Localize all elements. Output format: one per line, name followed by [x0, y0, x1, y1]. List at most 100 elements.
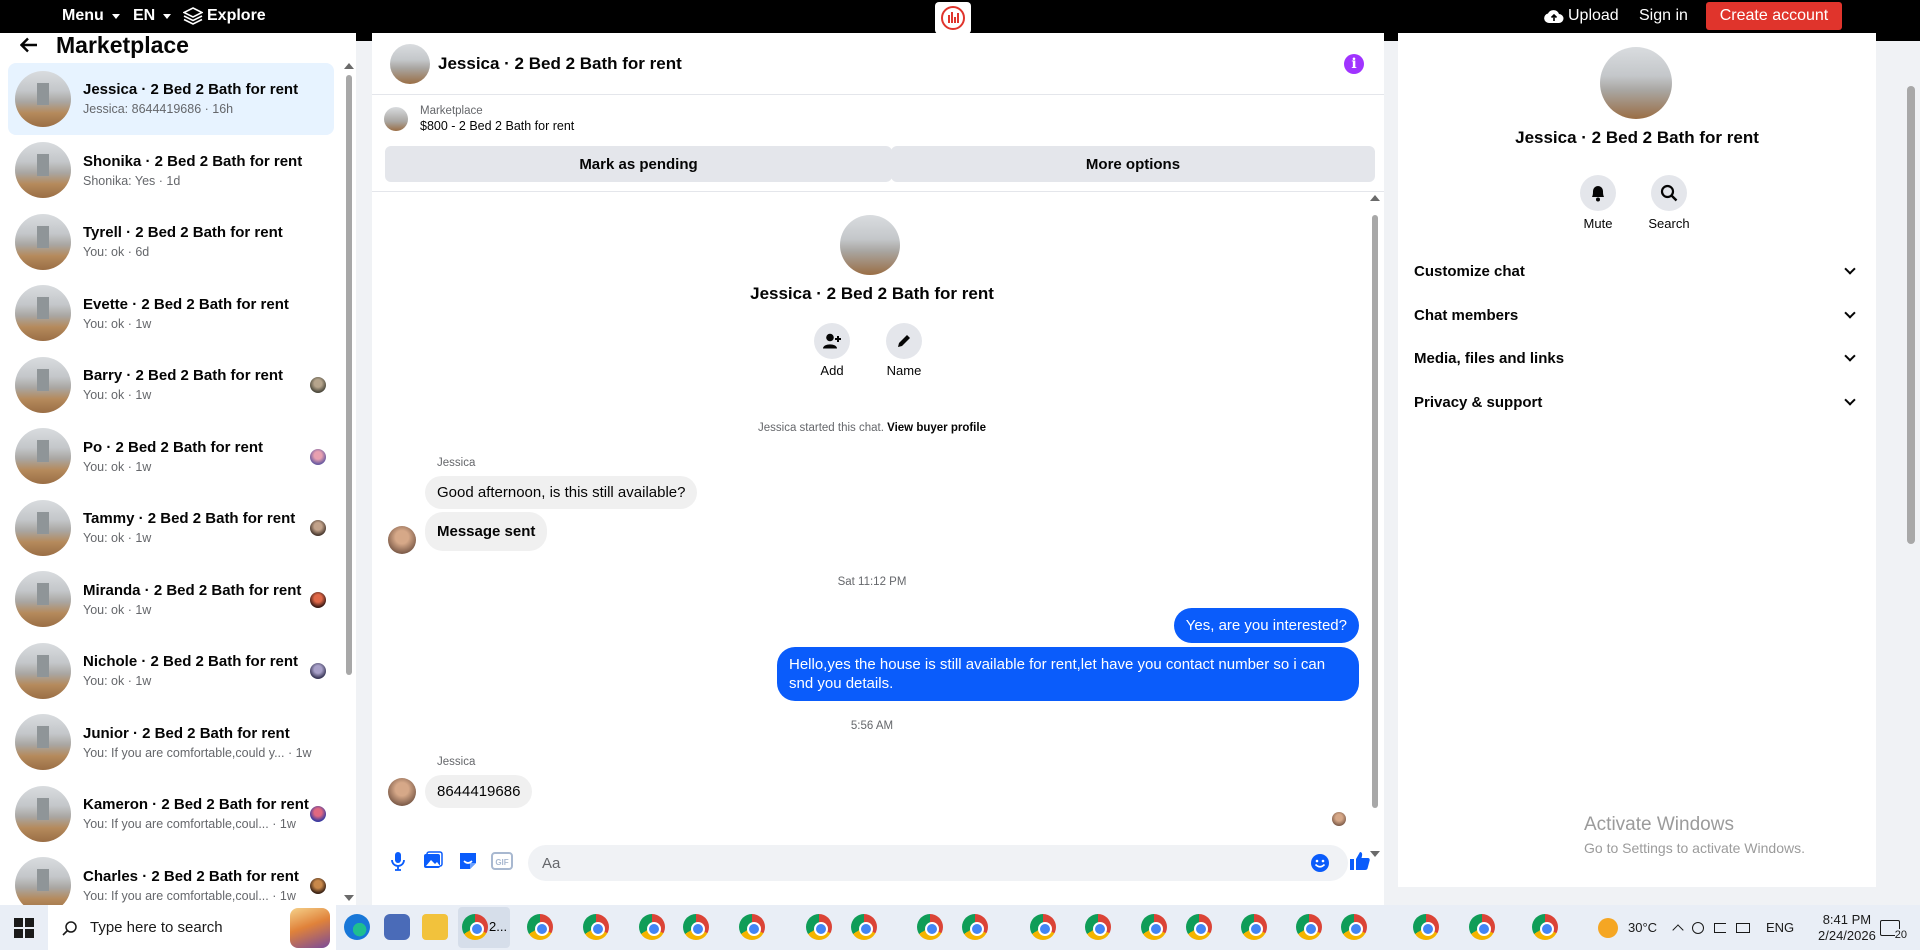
conversation-item[interactable]: Barry · 2 Bed 2 Bath for rent You: ok · 1… — [8, 349, 334, 421]
mute-button[interactable] — [1580, 175, 1616, 211]
conversation-item[interactable]: Jessica · 2 Bed 2 Bath for rent Jessica: … — [8, 63, 334, 135]
scroll-up-arrow-icon[interactable] — [344, 63, 354, 69]
conversation-item[interactable]: Kameron · 2 Bed 2 Bath for rent You: If y… — [8, 778, 334, 850]
thumbs-up-icon[interactable] — [1348, 849, 1372, 873]
conversation-item[interactable]: Evette · 2 Bed 2 Bath for rent You: ok · … — [8, 278, 334, 350]
conversation-item[interactable]: Po · 2 Bed 2 Bath for rent You: ok · 1w — [8, 421, 334, 493]
chat-title[interactable]: Jessica · 2 Bed 2 Bath for rent — [438, 54, 682, 74]
webcam-icon[interactable] — [1692, 921, 1704, 934]
notifications-button[interactable]: 20 — [1880, 905, 1907, 950]
chrome-icon[interactable] — [1241, 914, 1267, 940]
network-icon[interactable] — [1736, 922, 1750, 933]
sticker-icon[interactable] — [456, 849, 480, 873]
edge-icon[interactable] — [344, 914, 370, 940]
conversation-snippet: You: ok · 1w — [83, 459, 152, 474]
scroll-up-arrow-icon[interactable] — [1370, 195, 1380, 201]
chrome-icon[interactable] — [806, 914, 832, 940]
outgoing-message[interactable]: Hello,yes the house is still available f… — [777, 647, 1359, 701]
incoming-message[interactable]: Message sent — [425, 512, 548, 551]
sidebar-scrollbar[interactable] — [344, 61, 354, 901]
chrome-icon[interactable] — [1532, 914, 1558, 940]
listing-summary[interactable]: Marketplace $800 - 2 Bed 2 Bath for rent — [384, 105, 574, 133]
chat-members-section[interactable]: Chat members — [1414, 301, 1860, 329]
notification-icon: 20 — [1880, 919, 1907, 941]
chrome-icon[interactable] — [639, 914, 665, 940]
site-logo[interactable] — [935, 2, 971, 34]
info-icon[interactable]: i — [1344, 54, 1364, 74]
view-buyer-profile-link[interactable]: View buyer profile — [887, 422, 986, 434]
seen-avatar — [310, 448, 326, 465]
create-account-button[interactable]: Create account — [1706, 2, 1842, 30]
sender-name: Jessica — [437, 457, 476, 469]
explore-link[interactable]: Explore — [183, 7, 266, 25]
chrome-icon[interactable] — [527, 914, 553, 940]
chevron-down-icon — [163, 13, 172, 19]
upload-label: Upload — [1568, 7, 1619, 24]
scroll-down-arrow-icon[interactable] — [344, 895, 354, 901]
more-options-button[interactable]: More options — [891, 146, 1375, 182]
taskbar-search-placeholder: Type here to search — [90, 919, 223, 936]
chrome-icon[interactable] — [1413, 914, 1439, 940]
chrome-icon[interactable] — [739, 914, 765, 940]
conversation-item[interactable]: Miranda · 2 Bed 2 Bath for rent You: ok ·… — [8, 564, 334, 636]
conversation-item[interactable]: Charles · 2 Bed 2 Bath for rent You: If y… — [8, 850, 334, 905]
taskbar-search[interactable]: Type here to search — [48, 905, 336, 950]
chrome-icon[interactable] — [1469, 914, 1495, 940]
windows-start-icon[interactable] — [14, 918, 34, 938]
incoming-message[interactable]: 8644419686 — [425, 775, 533, 808]
privacy-support-section[interactable]: Privacy & support — [1414, 388, 1860, 416]
clock[interactable]: 8:41 PM 2/24/2026 — [1818, 905, 1876, 950]
chrome-icon[interactable] — [1186, 914, 1212, 940]
rename-button[interactable] — [886, 323, 922, 359]
search-button[interactable] — [1651, 175, 1687, 211]
customize-chat-section[interactable]: Customize chat — [1414, 257, 1860, 285]
listing-thumbnail — [15, 356, 71, 413]
menu-dropdown[interactable]: Menu — [62, 7, 120, 25]
conversation-item[interactable]: Nichole · 2 Bed 2 Bath for rent You: ok ·… — [8, 635, 334, 707]
input-language[interactable]: ENG — [1766, 905, 1794, 950]
app-icon[interactable] — [384, 914, 410, 940]
scrollbar-thumb[interactable] — [1372, 215, 1378, 808]
upload-button[interactable]: Upload — [1544, 7, 1619, 25]
chrome-icon[interactable] — [583, 914, 609, 940]
conversation-item[interactable]: Tyrell · 2 Bed 2 Bath for rent You: ok · … — [8, 206, 334, 278]
conversation-item[interactable]: Junior · 2 Bed 2 Bath for rent You: If yo… — [8, 707, 334, 779]
conversation-item[interactable]: Tammy · 2 Bed 2 Bath for rent You: ok · 1… — [8, 492, 334, 564]
media-files-links-section[interactable]: Media, files and links — [1414, 344, 1860, 372]
incoming-message[interactable]: Good afternoon, is this still available? — [425, 476, 698, 509]
mark-as-pending-button[interactable]: Mark as pending — [385, 146, 892, 182]
sidebar-header: Marketplace — [20, 33, 189, 58]
chrome-icon[interactable] — [917, 914, 943, 940]
chrome-icon[interactable] — [683, 914, 709, 940]
mark-as-pending-label: Mark as pending — [579, 155, 698, 173]
weather-widget[interactable]: 30°C — [1598, 905, 1657, 950]
chrome-icon[interactable] — [1341, 914, 1367, 940]
speaker-icon[interactable] — [1714, 922, 1726, 933]
chat-avatar[interactable] — [390, 43, 430, 84]
chevron-up-icon[interactable] — [1672, 923, 1684, 936]
microphone-icon[interactable] — [386, 849, 410, 873]
conversation-item[interactable]: Shonika · 2 Bed 2 Bath for rent Shonika: … — [8, 135, 334, 207]
language-dropdown[interactable]: EN — [133, 7, 172, 25]
chrome-icon[interactable] — [1085, 914, 1111, 940]
scrollbar-thumb[interactable] — [346, 75, 352, 675]
gif-icon[interactable]: GIF — [490, 849, 514, 873]
back-arrow-icon[interactable] — [20, 37, 38, 53]
chrome-icon[interactable] — [1030, 914, 1056, 940]
page-scrollbar-thumb[interactable] — [1907, 86, 1915, 544]
chrome-icon[interactable] — [851, 914, 877, 940]
chrome-icon[interactable] — [1296, 914, 1322, 940]
file-explorer-icon[interactable] — [422, 914, 448, 940]
chrome-icon[interactable] — [962, 914, 988, 940]
chrome-icon[interactable] — [1141, 914, 1167, 940]
active-taskbar-app[interactable]: 2... — [458, 907, 510, 948]
sign-in-link[interactable]: Sign in — [1639, 7, 1688, 25]
create-account-label: Create account — [1719, 7, 1829, 24]
emoji-icon[interactable] — [1308, 851, 1332, 875]
message-input[interactable] — [528, 845, 1348, 881]
outgoing-message[interactable]: Yes, are you interested? — [1173, 608, 1359, 643]
sender-avatar — [388, 778, 416, 806]
add-member-button[interactable] — [814, 323, 850, 359]
chat-scrollbar[interactable] — [1369, 193, 1381, 857]
image-upload-icon[interactable] — [421, 849, 445, 873]
